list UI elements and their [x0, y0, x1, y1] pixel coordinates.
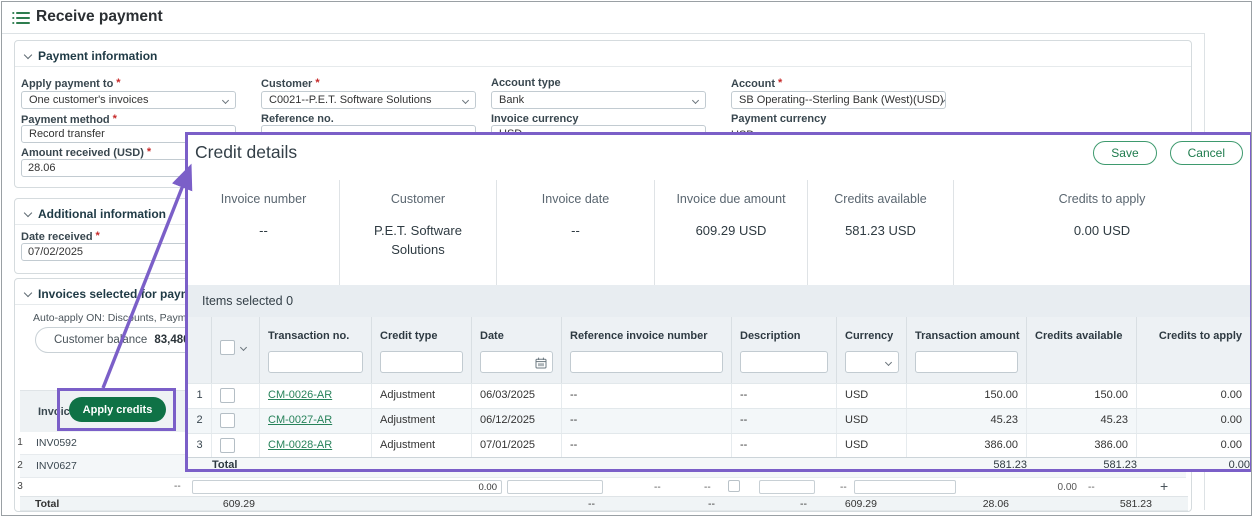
row3-empty-input[interactable]: [854, 480, 956, 494]
row-checkbox[interactable]: [220, 438, 235, 453]
date-received-label: Date received: [21, 230, 100, 243]
cell-value: --: [1088, 482, 1095, 493]
header-divider: [2, 33, 1204, 34]
reference-invoice-number-filter[interactable]: [570, 351, 723, 373]
total-value: 609.29: [817, 498, 877, 510]
apply-payment-to-select[interactable]: One customer's invoices: [21, 91, 236, 109]
auto-apply-status: Auto-apply ON: Discounts, Payment: [33, 312, 201, 324]
section-title: Payment information: [38, 49, 157, 63]
credit-row[interactable]: 1 CM-0026-AR Adjustment 06/03/2025 -- --…: [188, 383, 1250, 408]
menu-icon[interactable]: [12, 11, 30, 25]
chevron-down-icon: [222, 96, 229, 103]
credit-details-modal: Credit details Save Cancel Invoice numbe…: [185, 132, 1252, 472]
add-row-icon[interactable]: +: [1160, 478, 1168, 494]
summary-customer: CustomerP.E.T. Software Solutions: [340, 180, 497, 285]
collapse-chevron-icon[interactable]: [24, 208, 32, 216]
credit-summary: Invoice number-- CustomerP.E.T. Software…: [188, 180, 1250, 285]
total-value: --: [708, 498, 715, 510]
items-selected-bar: Items selected 0: [188, 285, 1250, 317]
credit-row[interactable]: 2 CM-0027-AR Adjustment 06/12/2025 -- --…: [188, 408, 1250, 433]
total-value: 581.23: [1092, 498, 1152, 510]
total-value: 609.29: [180, 498, 255, 510]
account-select[interactable]: SB Operating--Sterling Bank (West)(USD): [731, 91, 946, 109]
credit-row[interactable]: 3 CM-0028-AR Adjustment 07/01/2025 -- --…: [188, 433, 1250, 458]
total-label: Total: [35, 498, 59, 510]
customer-select[interactable]: C0021--P.E.T. Software Solutions: [261, 91, 476, 109]
row3-checkbox[interactable]: [728, 480, 740, 492]
row-checkbox[interactable]: [220, 413, 235, 428]
customer-label: Customer: [261, 77, 320, 90]
total-value: --: [588, 498, 595, 510]
account-label: Account: [731, 77, 782, 90]
collapse-chevron-icon[interactable]: [24, 288, 32, 296]
row3-empty-input[interactable]: [759, 480, 815, 494]
currency-filter-select[interactable]: [845, 351, 899, 373]
invoice-currency-label: Invoice currency: [491, 113, 578, 125]
section-title: Additional information: [38, 207, 166, 221]
summary-credits-to-apply: Credits to apply0.00 USD: [954, 180, 1250, 285]
reference-no-label: Reference no.: [261, 113, 334, 125]
row3-empty-input[interactable]: [507, 480, 603, 494]
select-all-checkbox[interactable]: [220, 340, 235, 355]
cell-value: 0.00: [1032, 482, 1077, 493]
summary-credits-available: Credits available581.23 USD: [808, 180, 954, 285]
chevron-down-icon: [885, 358, 892, 365]
summary-invoice-date: Invoice date--: [497, 180, 655, 285]
transaction-link[interactable]: CM-0028-AR: [268, 439, 332, 451]
account-type-select[interactable]: Bank: [491, 91, 706, 109]
transaction-link[interactable]: CM-0027-AR: [268, 414, 332, 426]
cell-value: --: [840, 482, 847, 493]
apply-credits-button[interactable]: Apply credits: [69, 397, 166, 422]
section-divider: [15, 66, 1191, 67]
collapse-chevron-icon[interactable]: [24, 50, 32, 58]
invoices-total-row: Total 609.29 -- -- -- 609.29 28.06 581.2…: [20, 496, 1188, 511]
credits-total-row: Total 581.23 581.23 0.00: [188, 457, 1250, 469]
credits-table-header: Transaction no. Credit type Date Referen…: [188, 317, 1250, 383]
row-checkbox[interactable]: [220, 388, 235, 403]
credit-type-filter[interactable]: [380, 351, 463, 373]
amount-received-label: Amount received (USD): [21, 146, 151, 159]
cell-value: --: [704, 482, 711, 493]
chevron-down-icon: [692, 96, 699, 103]
modal-title: Credit details: [195, 142, 297, 163]
chevron-down-icon[interactable]: [240, 344, 247, 351]
calendar-icon[interactable]: [535, 356, 547, 374]
page-title: Receive payment: [36, 8, 163, 26]
section-title: Invoices selected for payment: [38, 287, 209, 301]
transaction-link[interactable]: CM-0026-AR: [268, 389, 332, 401]
cell-value: --: [174, 481, 181, 492]
transaction-no-filter[interactable]: [268, 351, 363, 373]
apply-payment-to-label: Apply payment to: [21, 77, 121, 90]
description-filter[interactable]: [740, 351, 828, 373]
summary-invoice-due-amount: Invoice due amount609.29 USD: [655, 180, 808, 285]
total-value: 28.06: [952, 498, 1009, 510]
account-type-label: Account type: [491, 77, 561, 89]
app-window: Receive payment Payment information Appl…: [1, 1, 1252, 516]
cell-value: --: [654, 482, 661, 493]
total-value: --: [800, 498, 807, 510]
row3-amount-input[interactable]: 0.00: [192, 480, 502, 494]
summary-invoice-number: Invoice number--: [188, 180, 340, 285]
payment-currency-label: Payment currency: [731, 113, 826, 125]
save-button[interactable]: Save: [1093, 141, 1156, 165]
transaction-amount-filter[interactable]: [915, 351, 1018, 373]
chevron-down-icon: [462, 96, 469, 103]
cancel-button[interactable]: Cancel: [1170, 141, 1243, 165]
